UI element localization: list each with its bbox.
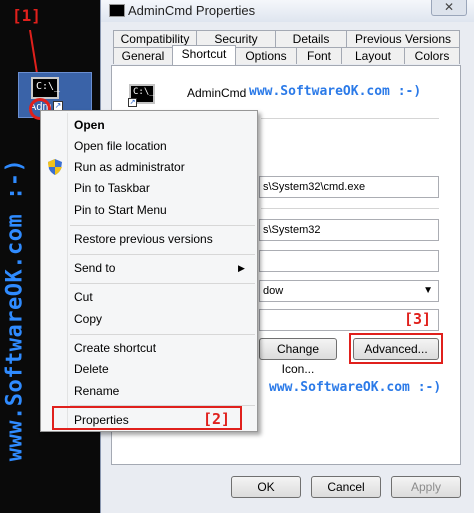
annotation-highlight-advanced	[349, 333, 443, 364]
menu-item-create-shortcut[interactable]: Create shortcut	[74, 341, 156, 355]
context-menu: Open Open file location Run as administr…	[40, 110, 258, 432]
annotation-marker-2: [2]	[203, 410, 231, 428]
menu-item-copy[interactable]: Copy	[74, 312, 102, 326]
cmd-icon: C:\_	[31, 77, 60, 99]
menu-item-open[interactable]: Open	[74, 118, 105, 132]
start-in-field[interactable]: s\System32	[259, 219, 439, 241]
chevron-down-icon: ▼	[423, 285, 433, 296]
close-button[interactable]: ✕	[431, 0, 467, 16]
annotation-marker-1: [1]	[12, 6, 41, 25]
ok-button[interactable]: OK	[231, 476, 301, 498]
title-bar: AdminCmd Properties ✕	[101, 0, 474, 22]
cancel-button[interactable]: Cancel	[311, 476, 381, 498]
menu-item-send-to[interactable]: Send to	[74, 261, 115, 275]
annotation-marker-3: [3]	[404, 310, 432, 328]
menu-gutter	[67, 113, 68, 429]
change-icon-button[interactable]: Change Icon...	[259, 338, 337, 376]
tab-options[interactable]: Options	[235, 47, 297, 64]
watermark-bottom: www.SoftwareOK.com :-)	[269, 380, 442, 395]
menu-separator	[70, 283, 255, 284]
run-select[interactable]: dow ▼	[259, 280, 439, 302]
app-name: AdminCmd	[187, 86, 247, 100]
tab-shortcut[interactable]: Shortcut	[172, 45, 236, 65]
menu-item-cut[interactable]: Cut	[74, 290, 93, 304]
menu-separator	[70, 334, 255, 335]
menu-separator	[70, 225, 255, 226]
dialog-title: AdminCmd Properties	[128, 3, 256, 18]
divider	[261, 118, 439, 119]
menu-separator	[70, 254, 255, 255]
menu-item-pin-to-taskbar[interactable]: Pin to Taskbar	[74, 181, 150, 195]
shortcut-key-field[interactable]	[259, 250, 439, 272]
menu-item-run-as-administrator[interactable]: Run as administrator	[74, 160, 185, 174]
tab-colors[interactable]: Colors	[404, 47, 460, 64]
watermark-top: www.SoftwareOK.com :-)	[249, 84, 422, 99]
target-field[interactable]: s\System32\cmd.exe	[259, 176, 439, 198]
chevron-right-icon: ▶	[238, 263, 245, 273]
cmd-icon: C:\_ ↗	[128, 84, 155, 107]
menu-item-rename[interactable]: Rename	[74, 384, 119, 398]
shortcut-arrow-icon: ↗	[128, 98, 137, 107]
tab-details[interactable]: Details	[275, 30, 347, 47]
run-select-value: dow	[263, 285, 284, 297]
tab-general[interactable]: General	[113, 47, 173, 64]
tab-previous-versions[interactable]: Previous Versions	[346, 30, 460, 47]
divider	[261, 208, 439, 209]
menu-item-open-file-location[interactable]: Open file location	[74, 139, 167, 153]
menu-item-restore-previous-versions[interactable]: Restore previous versions	[74, 232, 213, 246]
cmd-icon	[109, 4, 125, 17]
menu-item-delete[interactable]: Delete	[74, 362, 109, 376]
shield-icon	[48, 159, 62, 175]
apply-button[interactable]: Apply	[391, 476, 461, 498]
tab-layout[interactable]: Layout	[341, 47, 405, 64]
watermark-vertical: www.SoftwareOK.com :-)	[2, 158, 28, 462]
tab-font[interactable]: Font	[296, 47, 342, 64]
menu-item-pin-to-start-menu[interactable]: Pin to Start Menu	[74, 203, 167, 217]
